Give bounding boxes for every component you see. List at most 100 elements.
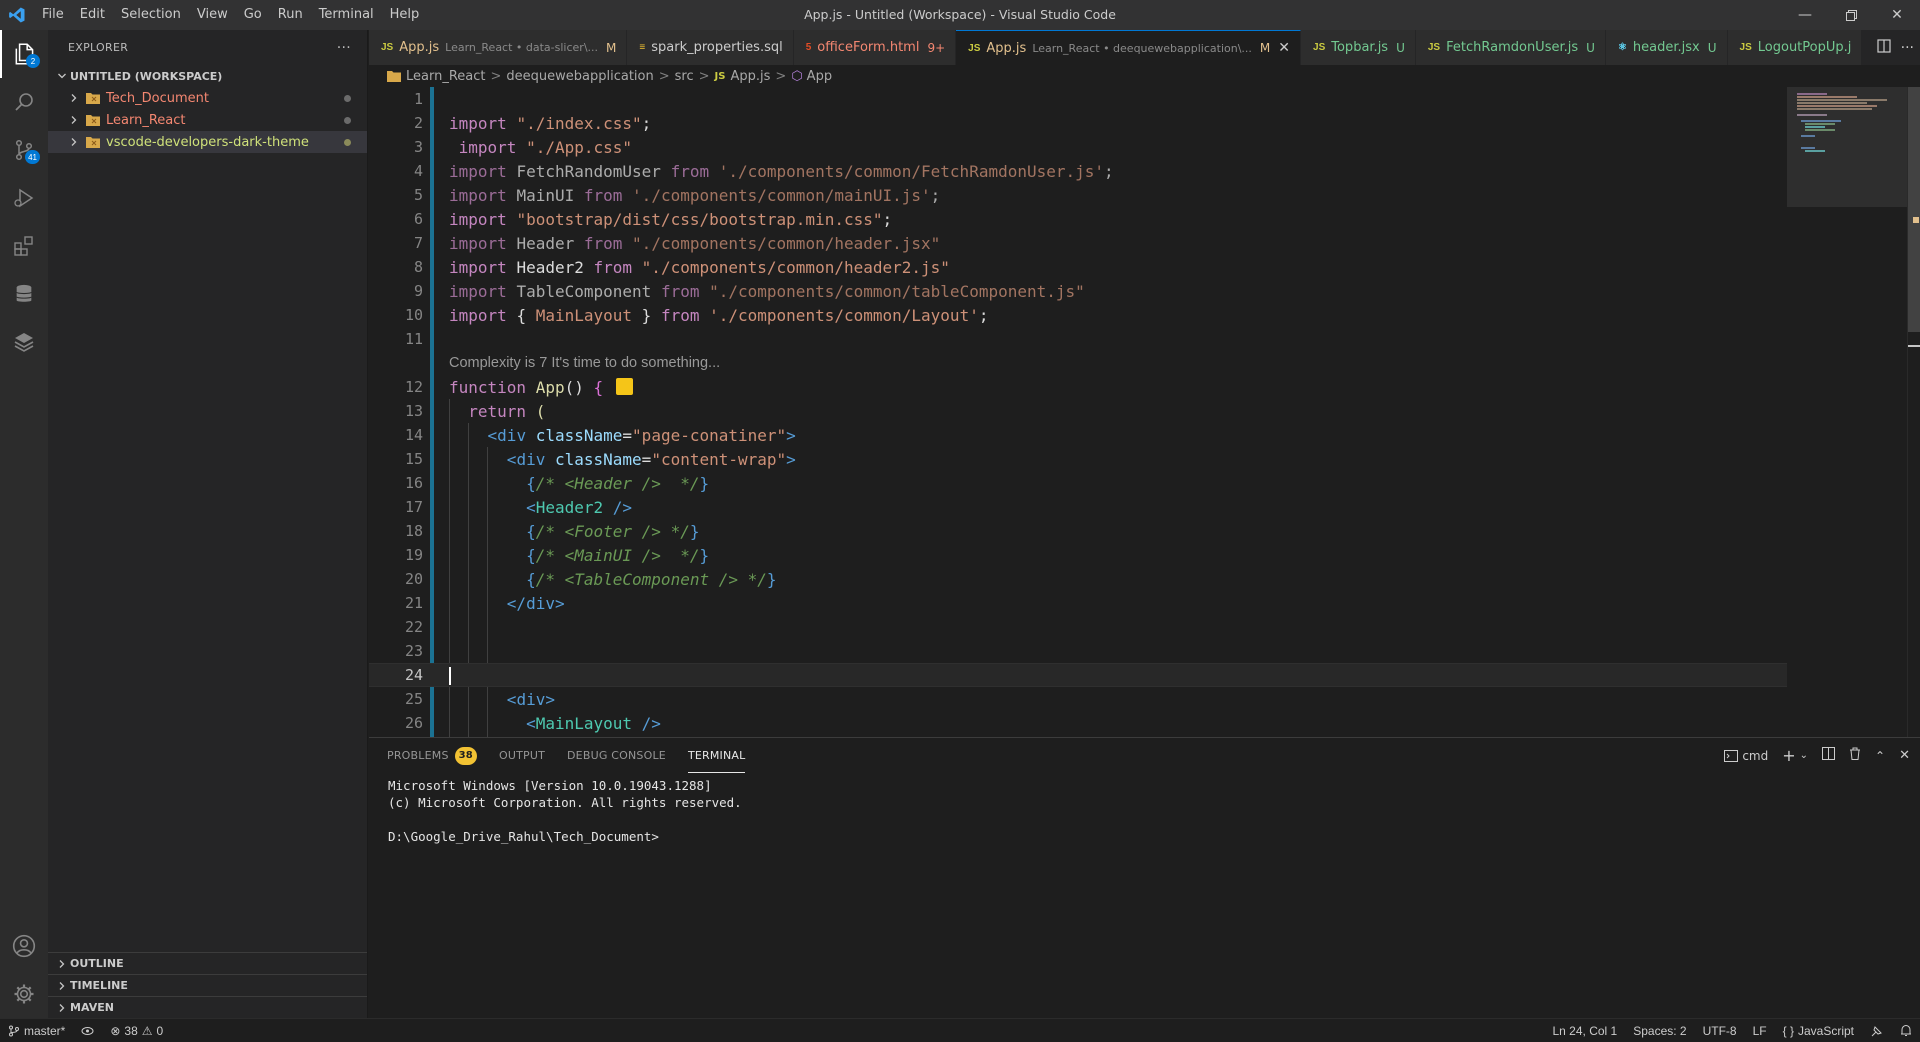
tab-app-js[interactable]: JS App.js Learn_React • data-slicer\... M bbox=[369, 30, 628, 65]
editor-scrollbar[interactable] bbox=[1907, 87, 1920, 737]
layers-icon[interactable] bbox=[0, 318, 48, 366]
tab-officeform-html[interactable]: 5 officeForm.html 9+ bbox=[793, 30, 957, 65]
menu-file[interactable]: File bbox=[34, 0, 72, 30]
code-line[interactable]: 5 import MainUI from './components/common… bbox=[369, 183, 1799, 207]
timeline-section[interactable]: TIMELINE bbox=[48, 974, 367, 996]
code-line[interactable]: 22 bbox=[369, 615, 1799, 639]
close-window-icon[interactable]: ✕ bbox=[1874, 0, 1920, 30]
indentation[interactable]: Spaces: 2 bbox=[1625, 1019, 1694, 1042]
maximize-panel-icon[interactable]: ⌃ bbox=[1875, 749, 1885, 763]
menu-terminal[interactable]: Terminal bbox=[311, 0, 382, 30]
code-line[interactable]: 16 {/* <Header /> */} bbox=[369, 471, 1799, 495]
menu-selection[interactable]: Selection bbox=[113, 0, 189, 30]
terminal-selector[interactable]: cmd bbox=[1724, 749, 1768, 763]
problems-status[interactable]: ⊗ 38 ⚠ 0 bbox=[102, 1019, 171, 1042]
extensions-icon[interactable] bbox=[0, 222, 48, 270]
scrollbar-thumb[interactable] bbox=[1908, 87, 1920, 332]
code-line[interactable]: 9 import TableComponent from "./component… bbox=[369, 279, 1799, 303]
breadcrumb-item[interactable]: App bbox=[807, 69, 832, 84]
search-icon[interactable] bbox=[0, 78, 48, 126]
chevron-down-icon[interactable]: ⌄ bbox=[1800, 750, 1808, 761]
code-line[interactable]: 11 bbox=[369, 327, 1799, 351]
menu-go[interactable]: Go bbox=[236, 0, 270, 30]
menu-help[interactable]: Help bbox=[382, 0, 428, 30]
breadcrumb-item[interactable]: Learn_React bbox=[406, 69, 486, 84]
minimize-icon[interactable]: — bbox=[1782, 0, 1828, 30]
workspace-section[interactable]: UNTITLED (WORKSPACE) bbox=[48, 65, 367, 87]
minimap[interactable] bbox=[1787, 87, 1907, 737]
breadcrumb-item[interactable]: src bbox=[675, 69, 694, 84]
feedback-icon[interactable] bbox=[1862, 1019, 1892, 1042]
more-actions-icon[interactable]: ··· bbox=[337, 40, 351, 56]
folder-learn-react[interactable]: Learn_React bbox=[48, 109, 367, 131]
breadcrumb-item[interactable]: deequewebapplication bbox=[506, 69, 653, 84]
code-line[interactable]: 23 bbox=[369, 639, 1799, 663]
code-line[interactable]: 19 {/* <MainUI /> */} bbox=[369, 543, 1799, 567]
gear-icon[interactable] bbox=[0, 970, 48, 1018]
notifications-bell-icon[interactable] bbox=[1892, 1019, 1920, 1042]
cursor-position[interactable]: Ln 24, Col 1 bbox=[1545, 1019, 1626, 1042]
code-line[interactable]: 7 import Header from "./components/common… bbox=[369, 231, 1799, 255]
code-token: import bbox=[449, 209, 517, 229]
trash-icon[interactable] bbox=[1849, 747, 1861, 764]
code-line[interactable]: 18 {/* <Footer /> */} bbox=[369, 519, 1799, 543]
database-icon[interactable] bbox=[0, 270, 48, 318]
language-mode[interactable]: { } JavaScript bbox=[1775, 1019, 1862, 1042]
code-line[interactable]: 25 <div> bbox=[369, 687, 1799, 711]
branch-status[interactable]: master* bbox=[0, 1019, 73, 1042]
code-line[interactable]: 20 {/* <TableComponent /> */} bbox=[369, 567, 1799, 591]
lightbulb-icon[interactable] bbox=[616, 378, 633, 395]
close-panel-icon[interactable]: ✕ bbox=[1899, 748, 1910, 763]
code-line[interactable]: 12 function App() { bbox=[369, 375, 1799, 399]
tab-app-js[interactable]: JS App.js Learn_React • deequewebapplicati… bbox=[956, 30, 1302, 65]
end-of-line[interactable]: LF bbox=[1745, 1019, 1775, 1042]
tab-debug-console[interactable]: DEBUG CONSOLE bbox=[567, 738, 666, 773]
tab-logoutpopup-j[interactable]: JS LogoutPopUp.j bbox=[1727, 30, 1863, 65]
terminal-output[interactable]: Microsoft Windows [Version 10.0.19043.12… bbox=[369, 773, 1920, 849]
tab-header-jsx[interactable]: ⚛ header.jsx U bbox=[1605, 30, 1728, 65]
menu-run[interactable]: Run bbox=[270, 0, 311, 30]
code-line[interactable]: 2 import "./index.css"; bbox=[369, 111, 1799, 135]
sync-icon[interactable] bbox=[73, 1019, 102, 1042]
code-line[interactable]: 17 <Header2 /> bbox=[369, 495, 1799, 519]
menu-edit[interactable]: Edit bbox=[72, 0, 113, 30]
code-editor[interactable]: Complexity is 7 It's time to do somethin… bbox=[369, 87, 1920, 737]
more-actions-icon[interactable]: ··· bbox=[1901, 40, 1914, 56]
code-line[interactable]: 10 import { MainLayout } from './componen… bbox=[369, 303, 1799, 327]
tab-topbar-js[interactable]: JS Topbar.js U bbox=[1301, 30, 1416, 65]
tab-fetchramdonuser-js[interactable]: JS FetchRamdonUser.js U bbox=[1415, 30, 1606, 65]
source-control-icon[interactable]: 41 bbox=[0, 126, 48, 174]
folder-vscode-developers-dark-theme[interactable]: vscode-developers-dark-theme bbox=[48, 131, 367, 153]
code-line[interactable]: 6 import "bootstrap/dist/css/bootstrap.mi… bbox=[369, 207, 1799, 231]
code-line[interactable]: 8 import Header2 from "./components/commo… bbox=[369, 255, 1799, 279]
code-line[interactable]: 1 bbox=[369, 87, 1799, 111]
run-debug-icon[interactable] bbox=[0, 174, 48, 222]
code-line[interactable]: 26 <MainLayout /> bbox=[369, 711, 1799, 735]
split-terminal-icon[interactable] bbox=[1822, 747, 1836, 764]
maven-section[interactable]: MAVEN bbox=[48, 996, 367, 1018]
code-line[interactable]: 24 bbox=[369, 663, 1799, 687]
encoding[interactable]: UTF-8 bbox=[1695, 1019, 1745, 1042]
restore-icon[interactable] bbox=[1828, 0, 1874, 30]
code-line[interactable]: 15 <div className="content-wrap"> bbox=[369, 447, 1799, 471]
tab-problems[interactable]: PROBLEMS 38 bbox=[387, 738, 477, 773]
tab-spark-properties-sql[interactable]: ≡ spark_properties.sql bbox=[627, 30, 794, 65]
tab-output[interactable]: OUTPUT bbox=[499, 738, 545, 773]
tab-terminal[interactable]: TERMINAL bbox=[687, 738, 746, 773]
explorer-icon[interactable]: 2 bbox=[0, 30, 48, 78]
close-tab-icon[interactable]: ✕ bbox=[1278, 40, 1290, 56]
folder-tech-document[interactable]: Tech_Document bbox=[48, 87, 367, 109]
split-editor-icon[interactable] bbox=[1877, 38, 1891, 57]
outline-section[interactable]: OUTLINE bbox=[48, 952, 367, 974]
code-line[interactable]: 13 return ( bbox=[369, 399, 1799, 423]
code-line[interactable]: 14 <div className="page-conatiner"> bbox=[369, 423, 1799, 447]
code-line[interactable]: 3 import "./App.css" bbox=[369, 135, 1799, 159]
account-icon[interactable] bbox=[0, 922, 48, 970]
code-line[interactable]: 4 import FetchRandomUser from './componen… bbox=[369, 159, 1799, 183]
code-line[interactable]: 21 </div> bbox=[369, 591, 1799, 615]
breadcrumb-item[interactable]: App.js bbox=[730, 69, 770, 84]
new-terminal-icon[interactable]: + bbox=[1782, 746, 1795, 765]
menu-view[interactable]: View bbox=[189, 0, 236, 30]
vscode-logo-icon[interactable] bbox=[0, 0, 34, 30]
codelens-complexity[interactable]: Complexity is 7 It's time to do somethin… bbox=[449, 351, 720, 375]
